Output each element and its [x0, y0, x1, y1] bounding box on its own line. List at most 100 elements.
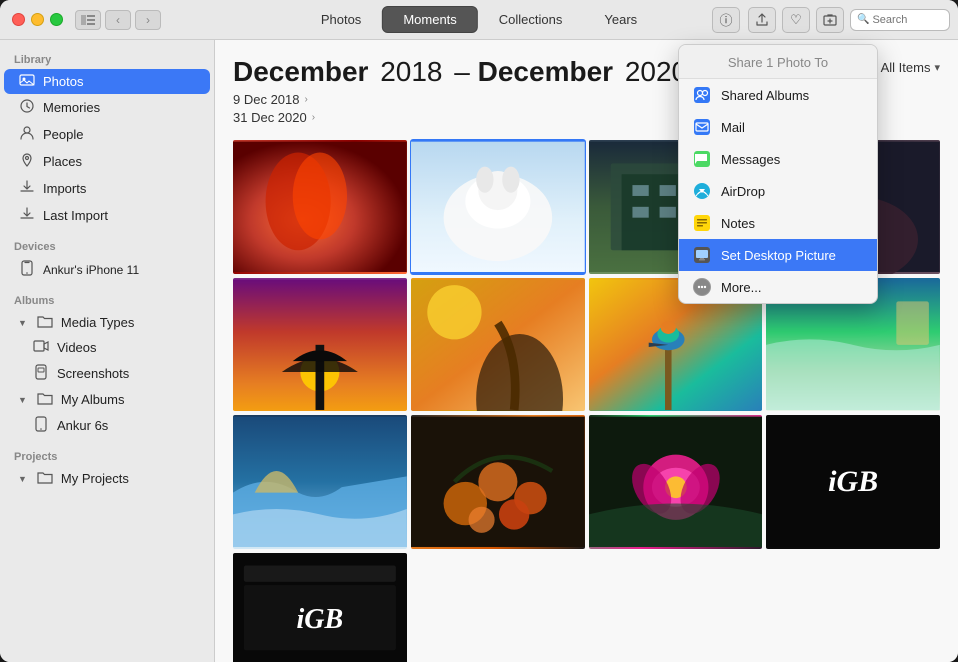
sidebar: Library Photos Memories People: [0, 40, 215, 662]
photo-cell[interactable]: [233, 278, 407, 412]
sidebar-item-imports-label: Imports: [43, 181, 86, 196]
share-item-notes[interactable]: Notes: [679, 207, 877, 239]
sidebar-item-videos[interactable]: Videos: [4, 335, 210, 360]
sidebar-item-photos[interactable]: Photos: [4, 69, 210, 94]
window-controls: ‹ ›: [75, 10, 161, 30]
search-input[interactable]: [872, 14, 952, 26]
set-desktop-icon: [693, 246, 711, 264]
share-item-set-desktop[interactable]: Set Desktop Picture: [679, 239, 877, 271]
share-item-messages-label: Messages: [721, 152, 780, 167]
photo-cell[interactable]: [411, 140, 585, 274]
sidebar-item-iphone-label: Ankur's iPhone 11: [43, 263, 139, 277]
folder-icon-projects: [36, 470, 54, 487]
sidebar-item-memories-label: Memories: [43, 100, 100, 115]
shared-albums-icon: [693, 86, 711, 104]
chevron-down-icon: ▼: [18, 318, 27, 328]
app-window: ‹ › Photos Moments Collections Years ⓘ ♡…: [0, 0, 958, 662]
close-button[interactable]: [12, 13, 25, 26]
places-icon: [18, 152, 36, 171]
photos-icon: [18, 73, 36, 90]
tab-collections[interactable]: Collections: [478, 6, 584, 33]
add-to-album-button[interactable]: [816, 7, 844, 33]
notes-icon: [693, 214, 711, 232]
favorite-button[interactable]: ♡: [782, 7, 810, 33]
sidebar-item-last-import[interactable]: Last Import: [4, 202, 210, 229]
chevron-down-icon-projects: ▼: [18, 474, 27, 484]
forward-button[interactable]: ›: [135, 10, 161, 30]
maximize-button[interactable]: [50, 13, 63, 26]
share-item-shared-albums-label: Shared Albums: [721, 88, 809, 103]
sidebar-item-people-label: People: [43, 127, 83, 142]
share-item-set-desktop-label: Set Desktop Picture: [721, 248, 836, 263]
share-item-shared-albums[interactable]: Shared Albums: [679, 79, 877, 111]
last-import-icon: [18, 206, 36, 225]
photo-cell[interactable]: [411, 415, 585, 549]
photo-cell[interactable]: [233, 140, 407, 274]
chevron-down-icon-albums: ▼: [18, 395, 27, 405]
sidebar-item-iphone[interactable]: Ankur's iPhone 11: [4, 256, 210, 283]
tab-years[interactable]: Years: [583, 6, 658, 33]
sidebar-item-people[interactable]: People: [4, 121, 210, 148]
share-button[interactable]: [748, 7, 776, 33]
photo-cell[interactable]: [589, 415, 763, 549]
sidebar-item-photos-label: Photos: [43, 74, 83, 89]
share-item-airdrop[interactable]: AirDrop: [679, 175, 877, 207]
tab-photos[interactable]: Photos: [300, 6, 382, 33]
messages-icon: [693, 150, 711, 168]
minimize-button[interactable]: [31, 13, 44, 26]
photo-cell[interactable]: iGB: [766, 415, 940, 549]
sidebar-item-screenshots[interactable]: Screenshots: [4, 360, 210, 387]
sidebar-item-ankur6s[interactable]: Ankur 6s: [4, 412, 210, 439]
folder-icon-media: [36, 314, 54, 331]
sidebar-item-my-albums[interactable]: ▼ My Albums: [4, 387, 210, 412]
screenshots-icon: [32, 364, 50, 383]
share-item-messages[interactable]: Messages: [679, 143, 877, 175]
share-item-airdrop-label: AirDrop: [721, 184, 765, 199]
folder-icon-albums: [36, 391, 54, 408]
sidebar-item-imports[interactable]: Imports: [4, 175, 210, 202]
share-dropdown-header: Share 1 Photo To: [679, 45, 877, 79]
mail-icon: [693, 118, 711, 136]
sidebar-item-videos-label: Videos: [57, 340, 97, 355]
sidebar-item-memories[interactable]: Memories: [4, 94, 210, 121]
imports-icon: [18, 179, 36, 198]
share-item-mail[interactable]: Mail: [679, 111, 877, 143]
sidebar-section-projects: Projects: [0, 445, 214, 466]
sidebar-item-places[interactable]: Places: [4, 148, 210, 175]
main-content: Library Photos Memories People: [0, 40, 958, 662]
share-item-more[interactable]: More...: [679, 271, 877, 303]
back-button[interactable]: ‹: [105, 10, 131, 30]
iphone-icon: [18, 260, 36, 279]
info-button[interactable]: ⓘ: [712, 7, 740, 33]
sidebar-section-library: Library: [0, 48, 214, 69]
share-item-mail-label: Mail: [721, 120, 745, 135]
sidebar-toggle-button[interactable]: [75, 10, 101, 30]
sidebar-item-media-types[interactable]: ▼ Media Types: [4, 310, 210, 335]
share-item-more-label: More...: [721, 280, 761, 295]
sidebar-item-my-projects[interactable]: ▼ My Projects: [4, 466, 210, 491]
more-icon: [693, 278, 711, 296]
sidebar-section-albums: Albums: [0, 289, 214, 310]
tab-bar: Photos Moments Collections Years: [300, 6, 658, 33]
sidebar-item-my-albums-label: My Albums: [61, 392, 125, 407]
tab-moments[interactable]: Moments: [382, 6, 477, 33]
toolbar-right: ⓘ ♡ 🔍: [712, 7, 950, 33]
content-title: December 2018 – December 2020: [233, 56, 687, 88]
date-range-end[interactable]: 31 Dec 2020 ›: [233, 110, 687, 125]
people-icon: [18, 125, 36, 144]
date-range-start[interactable]: 9 Dec 2018 ›: [233, 92, 687, 107]
videos-icon: [32, 339, 50, 356]
search-box[interactable]: 🔍: [850, 9, 950, 31]
photo-cell[interactable]: [233, 415, 407, 549]
photo-cell[interactable]: [411, 278, 585, 412]
share-item-notes-label: Notes: [721, 216, 755, 231]
sidebar-item-my-projects-label: My Projects: [61, 471, 129, 486]
memories-icon: [18, 98, 36, 117]
sidebar-item-last-import-label: Last Import: [43, 208, 108, 223]
share-dropdown: Share 1 Photo To Shared Albums: [678, 44, 878, 304]
sidebar-item-screenshots-label: Screenshots: [57, 366, 129, 381]
filter-label: All Items: [881, 60, 931, 75]
photo-cell[interactable]: iGB: [233, 553, 407, 662]
sidebar-section-devices: Devices: [0, 235, 214, 256]
sidebar-item-media-types-label: Media Types: [61, 315, 134, 330]
